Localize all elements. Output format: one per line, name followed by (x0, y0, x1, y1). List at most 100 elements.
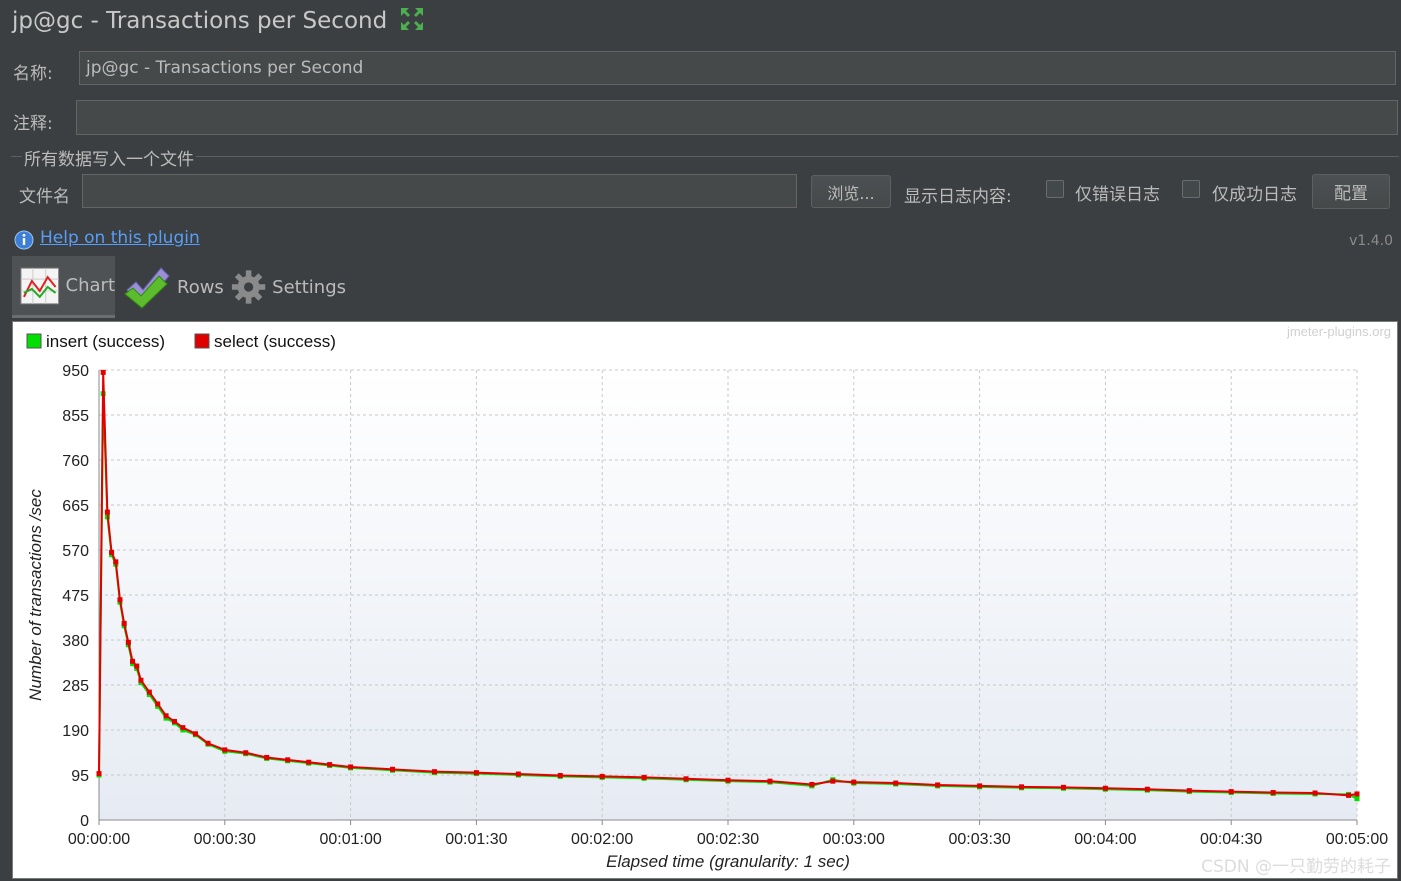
x-tick-label: 00:05:00 (1326, 831, 1388, 848)
data-point (180, 725, 186, 731)
legend-swatch (26, 333, 42, 349)
y-tick-label: 570 (62, 543, 89, 560)
data-point (725, 777, 731, 783)
expand-icon[interactable] (399, 6, 425, 32)
data-point (893, 780, 899, 786)
data-point (146, 689, 152, 695)
chart-watermark: jmeter-plugins.org (1286, 324, 1391, 339)
data-point (1312, 790, 1318, 796)
data-point (222, 747, 228, 753)
y-tick-label: 855 (62, 408, 89, 425)
browse-button[interactable]: 浏览... (811, 175, 891, 208)
data-point (100, 369, 106, 375)
data-point (348, 764, 354, 770)
data-point (205, 740, 211, 746)
data-point (1060, 784, 1066, 790)
data-point (113, 559, 119, 565)
data-point (109, 549, 115, 555)
data-point (935, 782, 941, 788)
name-field[interactable]: jp@gc - Transactions per Second (79, 51, 1396, 85)
data-point (155, 701, 161, 707)
filename-field[interactable] (82, 174, 797, 208)
data-point (121, 620, 127, 626)
x-tick-label: 00:03:30 (948, 831, 1010, 848)
data-point (599, 773, 605, 779)
tab-settings-label: Settings (272, 276, 346, 298)
configure-button[interactable]: 配置 (1312, 174, 1390, 209)
y-tick-label: 475 (62, 588, 89, 605)
file-group-title: 所有数据写入一个文件 (22, 145, 196, 170)
data-point (1019, 784, 1025, 790)
chart-icon (20, 267, 60, 304)
data-point (285, 757, 291, 763)
data-point (515, 771, 521, 777)
y-tick-label: 760 (62, 453, 89, 470)
data-point (104, 509, 110, 515)
data-point (138, 677, 144, 683)
data-point (171, 718, 177, 724)
x-tick-label: 00:02:00 (571, 831, 633, 848)
window-title-row: jp@gc - Transactions per Second (12, 4, 387, 38)
data-point (125, 639, 131, 645)
y-tick-label: 95 (71, 768, 89, 785)
help-link[interactable]: Help on this plugin (40, 228, 200, 248)
legend-swatch (194, 333, 210, 349)
data-point (117, 597, 123, 603)
tab-rows[interactable]: Rows (123, 256, 225, 318)
data-point (431, 769, 437, 775)
success-only-checkbox[interactable] (1182, 180, 1200, 198)
y-tick-label: 190 (62, 723, 89, 740)
data-point (830, 778, 836, 784)
data-point (683, 776, 689, 782)
data-point (390, 766, 396, 772)
tab-settings[interactable]: Settings (231, 256, 346, 318)
x-tick-label: 00:01:00 (319, 831, 381, 848)
errors-only-checkbox[interactable] (1046, 180, 1064, 198)
info-icon (14, 230, 34, 250)
data-point (243, 750, 249, 756)
data-point (1102, 785, 1108, 791)
filename-label: 文件名 (19, 187, 70, 207)
legend-label: select (success) (214, 332, 336, 351)
data-point (557, 772, 563, 778)
data-point (1354, 791, 1360, 797)
data-point (192, 731, 198, 737)
data-point (1186, 788, 1192, 794)
tps-chart: 0 95 190 285 380 475 570 665 760 855 950 00:00:00 00… (26, 324, 1391, 871)
data-point (1354, 796, 1360, 802)
tab-rows-label: Rows (177, 276, 224, 298)
y-axis-title: Number of transactions /sec (26, 489, 45, 701)
data-point (1270, 790, 1276, 796)
tab-chart[interactable]: Chart (12, 256, 115, 318)
y-tick-label: 665 (62, 498, 89, 515)
data-point (96, 771, 102, 777)
data-point (977, 783, 983, 789)
page-watermark: CSDN @一只勤劳的耗子 (1201, 857, 1391, 877)
data-point (134, 663, 140, 669)
data-point (473, 770, 479, 776)
name-field-value: jp@gc - Transactions per Second (86, 58, 364, 78)
group-divider (11, 156, 1399, 157)
x-axis-title: Elapsed time (granularity: 1 sec) (606, 852, 850, 871)
errors-only-label: 仅错误日志 (1075, 185, 1160, 205)
y-tick-label: 285 (62, 678, 89, 695)
comment-field[interactable] (76, 100, 1398, 135)
x-tick-label: 00:00:30 (194, 831, 256, 848)
data-point (1144, 786, 1150, 792)
x-tick-label: 00:04:30 (1200, 831, 1262, 848)
plugin-version: v1.4.0 (1349, 233, 1393, 249)
data-point (809, 781, 815, 787)
gear-icon (231, 270, 266, 304)
x-tick-label: 00:04:00 (1074, 831, 1136, 848)
x-tick-label: 00:00:00 (68, 831, 130, 848)
log-display-label: 显示日志内容: (904, 187, 1012, 207)
data-point (130, 658, 136, 664)
y-tick-label: 380 (62, 633, 89, 650)
window-title: jp@gc - Transactions per Second (12, 8, 388, 34)
data-point (767, 778, 773, 784)
y-tick-label: 0 (80, 813, 89, 830)
data-point (641, 774, 647, 780)
checkmark-icon (124, 267, 170, 309)
data-point (163, 713, 169, 719)
data-point (1346, 792, 1352, 798)
